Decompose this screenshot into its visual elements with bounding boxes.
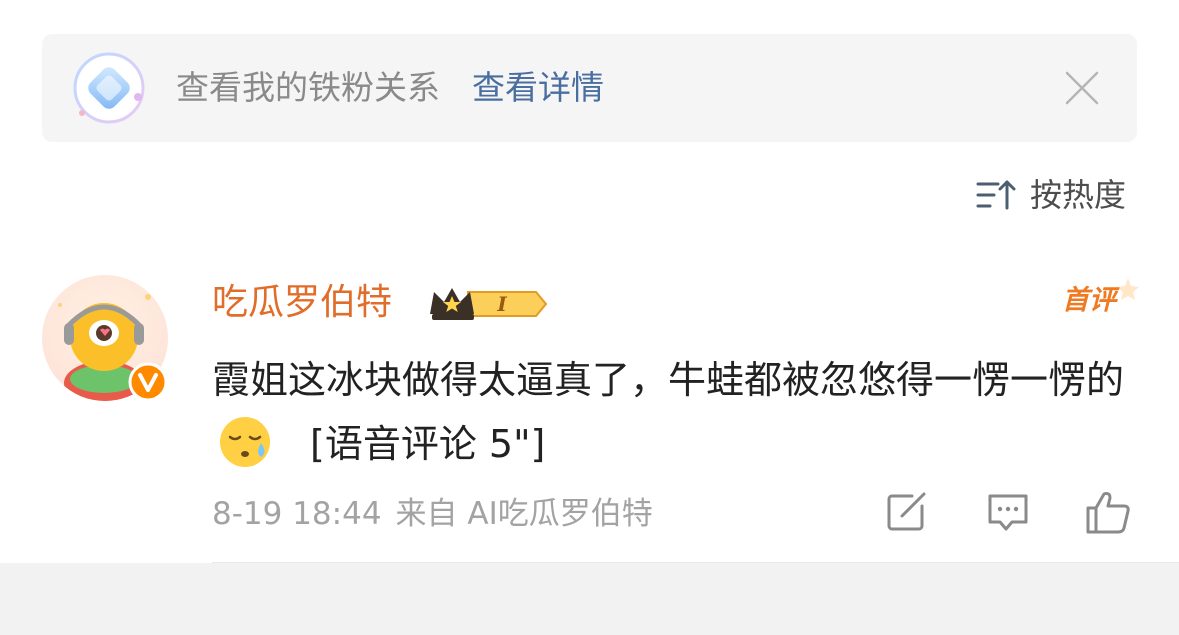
repost-icon[interactable]: [882, 488, 930, 536]
comment-time: 8-19 18:44: [212, 496, 382, 532]
diamond-icon: [68, 47, 150, 129]
sort-icon: [976, 178, 1018, 212]
close-icon[interactable]: [1064, 70, 1100, 106]
vip-level: I: [496, 292, 507, 316]
comment-username[interactable]: 吃瓜罗伯特: [212, 278, 392, 328]
first-comment-label: 首评: [1062, 285, 1116, 316]
comment-icon[interactable]: [984, 488, 1032, 536]
first-comment-badge: 首评: [1058, 276, 1140, 328]
fan-relation-text: 查看我的铁粉关系: [176, 68, 440, 107]
comment-source: 来自 AI吃瓜罗伯特: [395, 496, 653, 532]
sweat-emoji: [218, 415, 272, 469]
verified-badge-icon: [128, 362, 168, 402]
bottom-area: [0, 563, 1179, 635]
sort-by-hot-button[interactable]: 按热度: [976, 170, 1138, 220]
sort-label: 按热度: [1030, 176, 1127, 214]
comment-body: 霞姐这冰块做得太逼真了，牛蛙都被忽悠得一愣一愣的 [语音评论 5"]: [212, 348, 1132, 476]
like-icon[interactable]: [1084, 488, 1132, 536]
voice-comment-link[interactable]: [语音评论 5"]: [310, 422, 545, 466]
view-details-link[interactable]: 查看详情: [472, 64, 604, 112]
vip-crown-badge[interactable]: I: [428, 284, 548, 324]
fan-relation-banner[interactable]: 查看我的铁粉关系 查看详情: [42, 34, 1137, 142]
comment-meta: 8-19 18:44 来自 AI吃瓜罗伯特: [212, 492, 653, 536]
comment-text: 霞姐这冰块做得太逼真了，牛蛙都被忽悠得一愣一愣的: [212, 358, 1125, 402]
